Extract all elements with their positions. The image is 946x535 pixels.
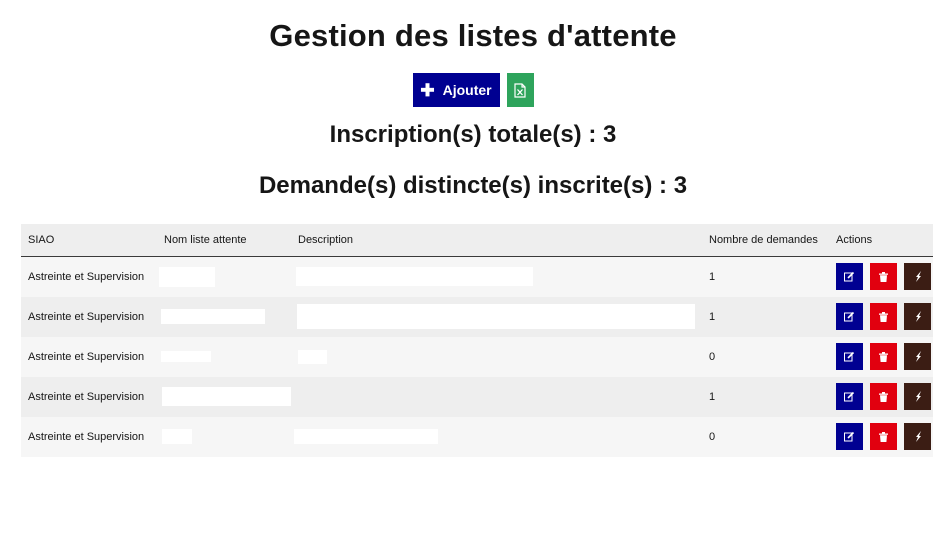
cell-name <box>157 297 291 337</box>
manage-icon <box>915 391 921 402</box>
column-header-actions: Actions <box>836 233 873 246</box>
add-button[interactable]: ✚ Ajouter <box>412 73 500 107</box>
delete-button[interactable] <box>870 423 897 450</box>
trash-icon <box>879 431 888 442</box>
table-row: Astreinte et Supervision 1 <box>21 376 933 417</box>
column-header-name[interactable]: Nom liste attente <box>157 224 291 256</box>
delete-button[interactable] <box>870 263 897 290</box>
page-title: Gestion des listes d'attente <box>269 18 677 53</box>
cell-siao: Astreinte et Supervision <box>28 350 145 363</box>
manage-button[interactable] <box>904 383 931 410</box>
cell-siao: Astreinte et Supervision <box>28 310 145 323</box>
trash-icon <box>879 351 888 362</box>
manage-icon <box>915 431 921 442</box>
edit-button[interactable] <box>836 383 863 410</box>
redacted-description <box>298 349 327 364</box>
trash-icon <box>879 391 888 402</box>
edit-button[interactable] <box>836 303 863 330</box>
edit-button[interactable] <box>836 423 863 450</box>
cell-actions <box>829 297 933 337</box>
manage-button[interactable] <box>904 303 931 330</box>
table-row: Astreinte et Supervision 0 <box>21 416 933 457</box>
cell-name <box>157 256 291 297</box>
cell-count: 0 <box>709 350 716 363</box>
table-row: Astreinte et Supervision 0 <box>21 336 933 377</box>
redacted-name <box>162 429 192 444</box>
cell-count: 0 <box>709 430 716 443</box>
column-header-description[interactable]: Description <box>291 224 702 256</box>
cell-description <box>291 256 702 297</box>
waiting-lists-table: SIAO Nom liste attente Description Nombr… <box>21 224 933 457</box>
redacted-name <box>161 351 211 362</box>
export-excel-button[interactable] <box>506 73 534 107</box>
manage-icon <box>915 311 921 322</box>
cell-count: 1 <box>709 310 716 323</box>
redacted-description <box>294 429 438 444</box>
cell-name <box>157 377 291 417</box>
column-header-siao[interactable]: SIAO <box>21 224 157 256</box>
cell-actions <box>829 256 933 297</box>
manage-button[interactable] <box>904 343 931 370</box>
trash-icon <box>879 271 888 282</box>
table-row: Astreinte et Supervision 1 <box>21 296 933 337</box>
cell-siao: Astreinte et Supervision <box>28 270 145 283</box>
cell-description <box>291 417 702 457</box>
edit-button[interactable] <box>836 343 863 370</box>
cell-description <box>291 337 702 377</box>
delete-button[interactable] <box>870 383 897 410</box>
column-header-count[interactable]: Nombre de demandes <box>702 224 829 256</box>
toolbar: ✚ Ajouter <box>0 73 946 107</box>
manage-icon <box>915 271 921 282</box>
excel-file-icon <box>514 82 526 98</box>
cell-actions <box>829 377 933 417</box>
trash-icon <box>879 311 888 322</box>
manage-button[interactable] <box>904 263 931 290</box>
edit-button[interactable] <box>836 263 863 290</box>
redacted-name <box>161 309 265 324</box>
cell-actions <box>829 417 933 457</box>
cell-count: 1 <box>709 270 716 283</box>
manage-button[interactable] <box>904 423 931 450</box>
cell-siao: Astreinte et Supervision <box>28 390 145 403</box>
cell-name <box>157 417 291 457</box>
manage-icon <box>915 351 921 362</box>
cell-actions <box>829 337 933 377</box>
redacted-name <box>162 387 291 406</box>
add-button-label: Ajouter <box>442 82 492 98</box>
delete-button[interactable] <box>870 343 897 370</box>
redacted-description <box>296 267 533 286</box>
edit-icon <box>844 351 855 362</box>
table-row: Astreinte et Supervision 1 <box>21 256 933 297</box>
cell-name <box>157 337 291 377</box>
cell-description <box>291 377 702 417</box>
distinct-requests: Demande(s) distincte(s) inscrite(s) : 3 <box>258 172 688 199</box>
edit-icon <box>844 391 855 402</box>
redacted-description <box>297 304 695 329</box>
table-header-row: SIAO Nom liste attente Description Nombr… <box>21 224 933 256</box>
redacted-name <box>159 266 215 287</box>
edit-icon <box>844 311 855 322</box>
total-registrations: Inscription(s) totale(s) : 3 <box>329 121 617 148</box>
cell-description <box>291 297 702 337</box>
edit-icon <box>844 271 855 282</box>
cell-count: 1 <box>709 390 716 403</box>
cell-siao: Astreinte et Supervision <box>28 430 145 443</box>
plus-icon: ✚ <box>420 80 435 100</box>
edit-icon <box>844 431 855 442</box>
delete-button[interactable] <box>870 303 897 330</box>
